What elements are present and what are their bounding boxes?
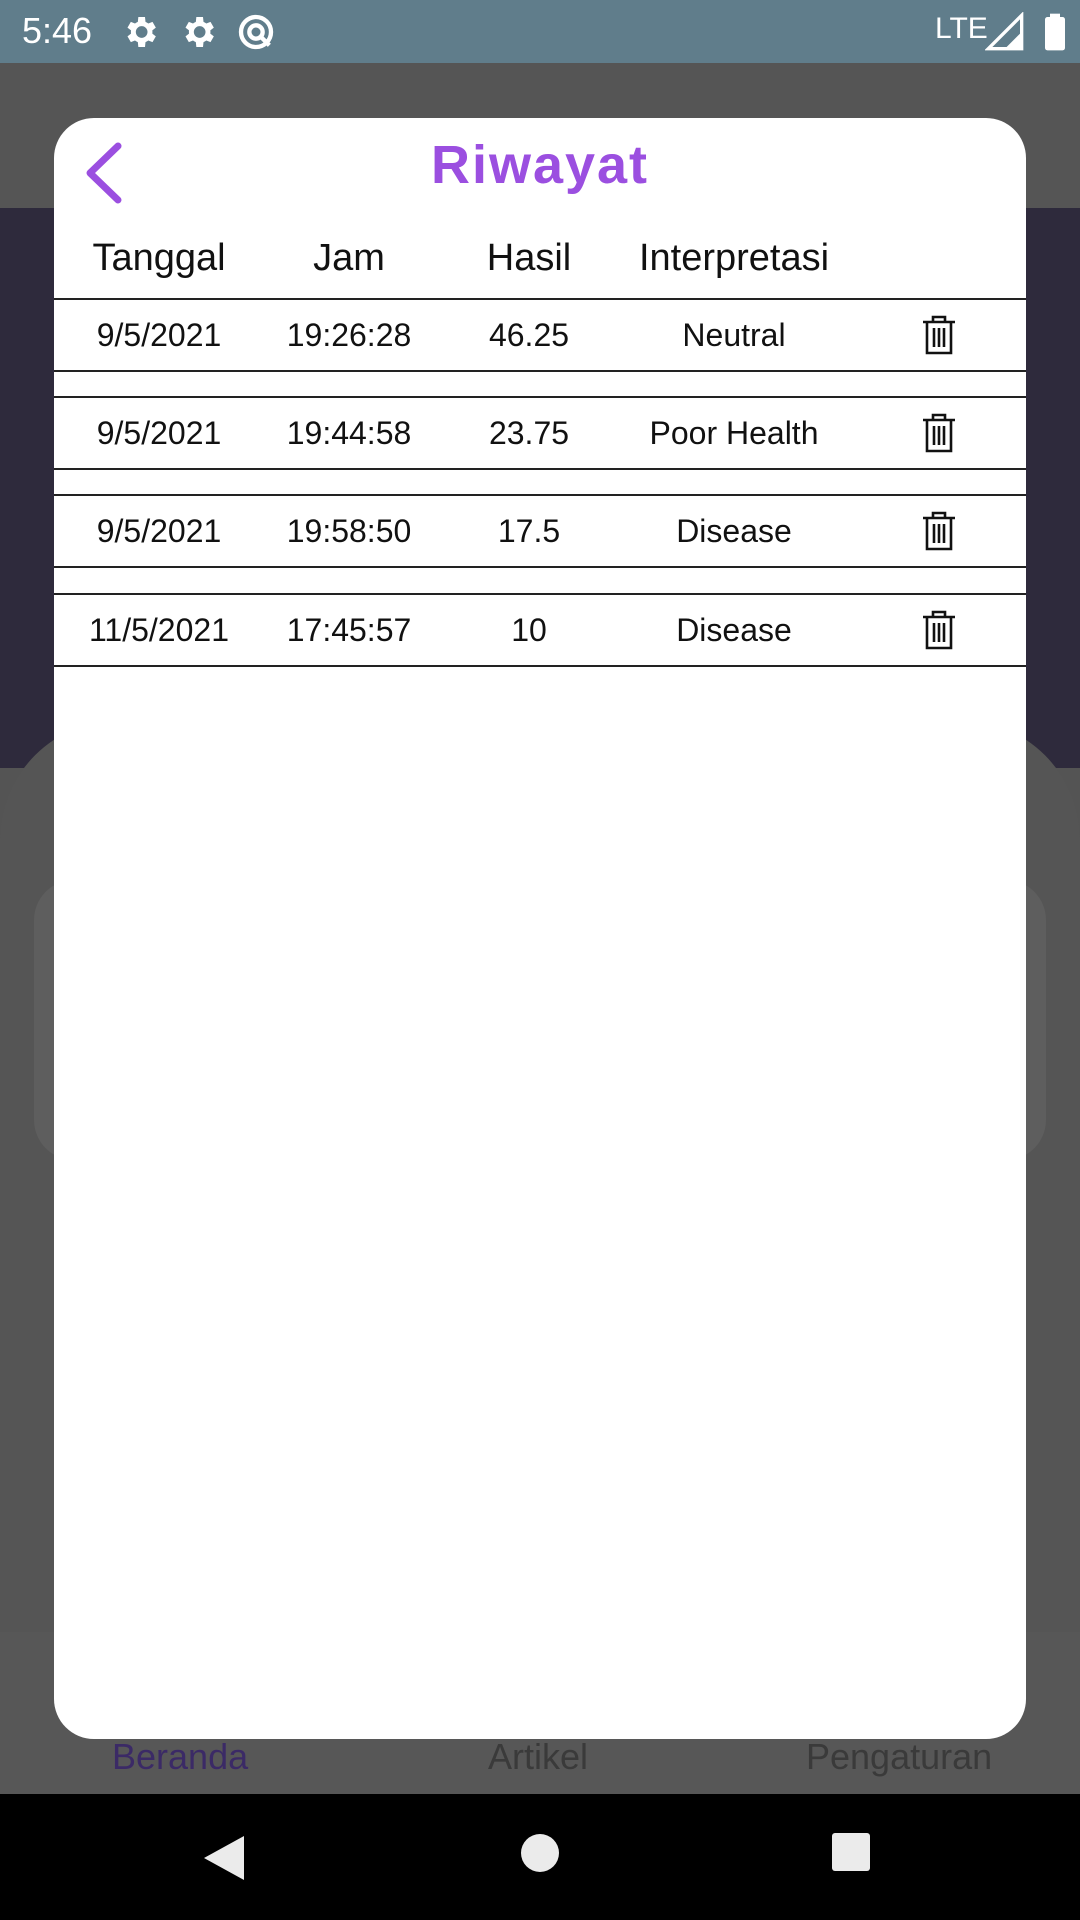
cell-jam: 19:44:58 [286,415,412,451]
back-triangle-icon[interactable] [200,1832,248,1884]
cell-interpretasi: Disease [676,612,792,648]
cell-jam: 17:45:57 [286,612,412,648]
cell-jam: 19:26:28 [286,317,412,353]
cell-interpretasi: Poor Health [649,415,819,451]
system-navigation-bar [0,1794,1080,1920]
table-row: 11/5/2021 17:45:57 10 Disease [54,593,1026,667]
table-row: 9/5/2021 19:44:58 23.75 Poor Health [54,396,1026,470]
cell-tanggal: 9/5/2021 [96,513,222,549]
table-row: 9/5/2021 19:58:50 17.5 Disease [54,494,1026,568]
column-header-interpretasi: Interpretasi [638,237,830,279]
column-header-hasil: Hasil [486,237,572,279]
cell-hasil: 46.25 [488,317,570,353]
cell-interpretasi: Disease [676,513,792,549]
dialog-title: Riwayat [430,135,650,195]
status-time: 5:46 [22,10,93,51]
trash-icon[interactable] [919,609,959,651]
history-dialog: Riwayat Tanggal Jam Hasil Interpretasi 9… [54,118,1026,1739]
cell-hasil: 10 [511,612,547,648]
trash-icon[interactable] [919,314,959,356]
table-header: Tanggal Jam Hasil Interpretasi [54,218,1026,298]
status-bar: 5:46 LTE [0,0,1080,63]
battery-icon [1045,13,1065,51]
nav-item-pengaturan[interactable]: Pengaturan [806,1736,992,1778]
nav-item-artikel[interactable]: Artikel [488,1736,588,1778]
cell-interpretasi: Neutral [682,317,786,353]
recents-square-icon[interactable] [831,1832,871,1872]
cell-hasil: 23.75 [488,415,570,451]
settings-icon [127,17,156,47]
nav-item-beranda[interactable]: Beranda [112,1736,248,1778]
network-label: LTE [935,12,988,45]
trash-icon[interactable] [919,412,959,454]
cell-jam: 19:58:50 [286,513,412,549]
cell-tanggal: 9/5/2021 [96,415,222,451]
cell-hasil: 17.5 [497,513,561,549]
column-header-tanggal: Tanggal [92,237,226,279]
table-row: 9/5/2021 19:26:28 46.25 Neutral [54,298,1026,372]
signal-icon [985,12,1024,51]
sync-icon [238,14,274,50]
column-header-jam: Jam [313,237,385,279]
settings-icon [185,17,214,47]
trash-icon[interactable] [919,510,959,552]
home-circle-icon[interactable] [519,1832,561,1874]
cell-tanggal: 11/5/2021 [89,612,229,648]
cell-tanggal: 9/5/2021 [96,317,222,353]
